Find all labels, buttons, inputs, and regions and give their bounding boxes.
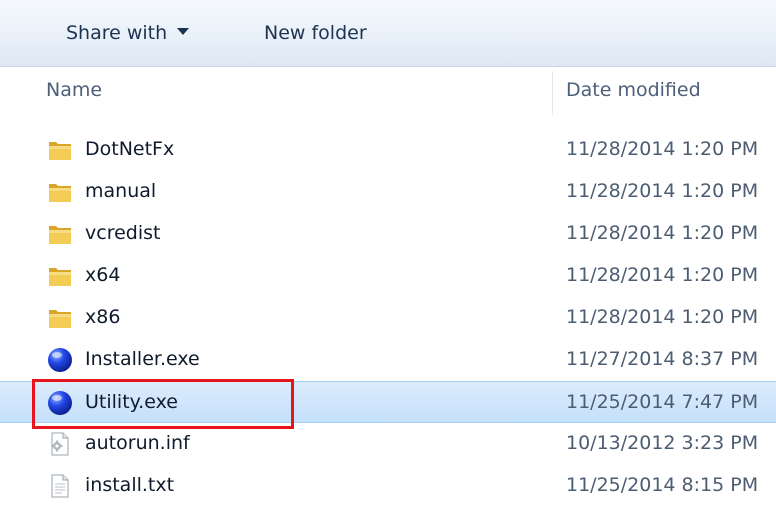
folder-icon xyxy=(47,221,73,247)
file-name: autorun.inf xyxy=(85,432,190,454)
file-row[interactable]: Installer.exe 11/27/2014 8:37 PM xyxy=(0,339,776,381)
file-date: 10/13/2012 3:23 PM xyxy=(566,432,759,454)
column-header-date-modified[interactable]: Date modified xyxy=(566,79,701,101)
dropdown-arrow-icon xyxy=(177,28,190,35)
file-name: x86 xyxy=(85,306,121,328)
file-date: 11/28/2014 1:20 PM xyxy=(566,306,759,328)
file-name: vcredist xyxy=(85,222,161,244)
column-header-name[interactable]: Name xyxy=(46,79,102,101)
file-row[interactable]: x64 11/28/2014 1:20 PM xyxy=(0,255,776,297)
file-date: 11/28/2014 1:20 PM xyxy=(566,222,759,244)
file-row[interactable]: vcredist 11/28/2014 1:20 PM xyxy=(0,213,776,255)
folder-icon xyxy=(47,263,73,289)
file-row[interactable]: autorun.inf 10/13/2012 3:23 PM xyxy=(0,423,776,465)
folder-icon xyxy=(47,179,73,205)
folder-icon xyxy=(47,137,73,163)
file-name: install.txt xyxy=(85,474,175,496)
file-row[interactable]: manual 11/28/2014 1:20 PM xyxy=(0,171,776,213)
column-header-bar: Name Date modified xyxy=(0,67,776,117)
file-date: 11/28/2014 1:20 PM xyxy=(566,264,759,286)
command-bar: Share with New folder xyxy=(0,0,776,67)
file-name: Installer.exe xyxy=(85,348,200,370)
file-row[interactable]: DotNetFx 11/28/2014 1:20 PM xyxy=(0,129,776,171)
settings-file-icon xyxy=(47,431,73,457)
file-date: 11/25/2014 7:47 PM xyxy=(566,391,759,413)
share-with-button[interactable]: Share with xyxy=(66,18,190,48)
file-date: 11/28/2014 1:20 PM xyxy=(566,138,759,160)
file-row[interactable]: x86 11/28/2014 1:20 PM xyxy=(0,297,776,339)
column-divider[interactable] xyxy=(552,71,553,115)
file-name: DotNetFx xyxy=(85,138,175,160)
text-file-icon xyxy=(47,473,73,499)
folder-icon xyxy=(47,305,73,331)
file-date: 11/25/2014 8:15 PM xyxy=(566,474,759,496)
highlight-annotation-box xyxy=(32,379,294,429)
new-folder-button[interactable]: New folder xyxy=(264,18,367,48)
file-row[interactable]: install.txt 11/25/2014 8:15 PM xyxy=(0,465,776,507)
share-with-label: Share with xyxy=(66,22,168,44)
file-date: 11/28/2014 1:20 PM xyxy=(566,180,759,202)
application-globe-icon xyxy=(47,347,73,373)
file-date: 11/27/2014 8:37 PM xyxy=(566,348,759,370)
new-folder-label: New folder xyxy=(264,22,367,44)
file-name: x64 xyxy=(85,264,121,286)
file-name: manual xyxy=(85,180,157,202)
